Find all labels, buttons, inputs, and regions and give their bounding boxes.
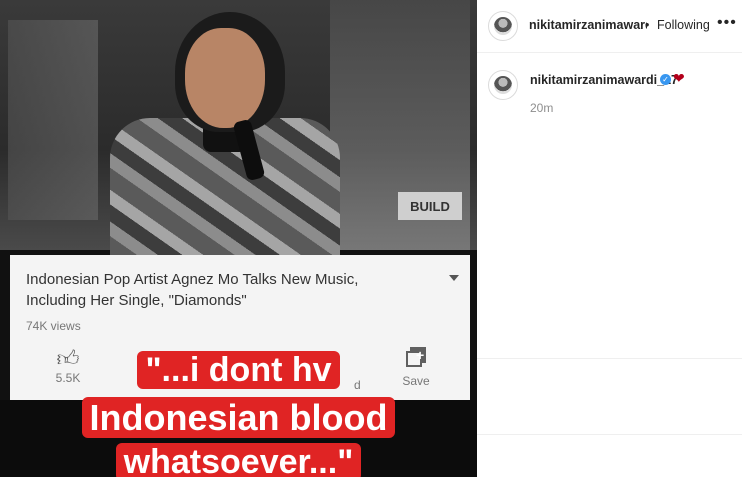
verified-badge-icon: ✓ bbox=[660, 74, 671, 85]
video-views: 74K views bbox=[26, 319, 81, 333]
person-face bbox=[185, 28, 265, 128]
caption-avatar[interactable] bbox=[488, 70, 518, 100]
chevron-down-icon bbox=[449, 275, 459, 281]
video-title-line-1: Indonesian Pop Artist Agnez Mo Talks New… bbox=[26, 271, 359, 288]
header-username-link[interactable]: nikitamirzanimawardi_17 bbox=[529, 18, 647, 32]
post-media[interactable]: BUILD Indonesian Pop Artist Agnez Mo Tal… bbox=[0, 0, 477, 477]
caption-username-link[interactable]: nikitamirzanimawardi_17 bbox=[530, 73, 678, 87]
post-sidebar: nikitamirzanimawardi_17 • Following ••• … bbox=[477, 0, 742, 477]
header-separator: • bbox=[645, 18, 650, 32]
background-window bbox=[8, 20, 98, 220]
following-button[interactable]: Following bbox=[657, 18, 710, 32]
post-header: nikitamirzanimawardi_17 • Following ••• bbox=[477, 0, 742, 53]
background-sign: BUILD bbox=[398, 192, 462, 220]
video-title: Indonesian Pop Artist Agnez Mo Talks New… bbox=[26, 269, 426, 311]
overlay-caption-line-3: whatsoever..." bbox=[0, 440, 477, 477]
section-divider bbox=[477, 434, 742, 435]
avatar[interactable] bbox=[488, 11, 518, 41]
more-horizontal-icon[interactable]: ••• bbox=[717, 14, 737, 32]
section-divider bbox=[477, 358, 742, 359]
heart-emoji-icon: ❤ bbox=[673, 70, 685, 86]
overlay-caption-line-2: Indonesian blood bbox=[0, 396, 477, 440]
overlay-caption-line-1: "...i dont hv bbox=[0, 348, 477, 392]
caption-timestamp[interactable]: 20m bbox=[530, 101, 553, 115]
video-title-line-2: Including Her Single, "Diamonds" bbox=[26, 292, 247, 309]
